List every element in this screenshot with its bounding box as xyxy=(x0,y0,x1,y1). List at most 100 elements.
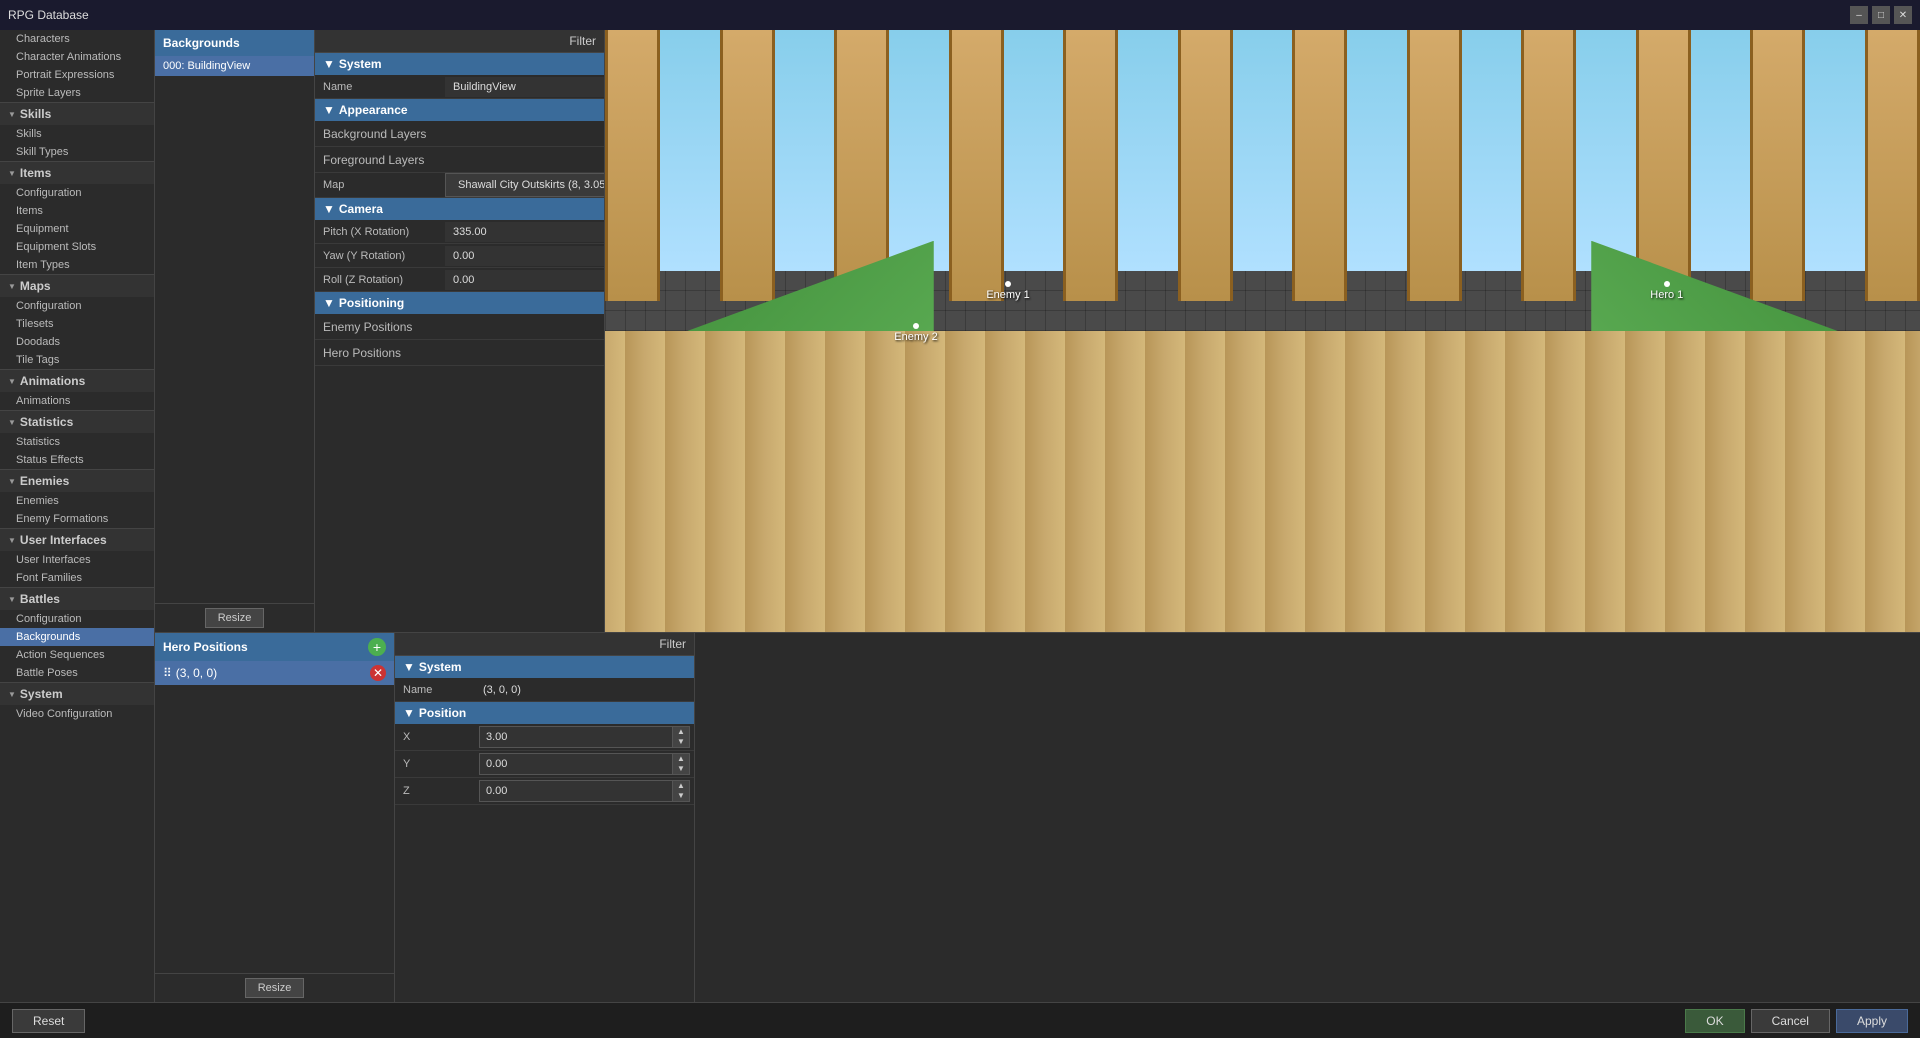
sidebar-item-enemies[interactable]: Enemies xyxy=(0,492,154,510)
chevron-icon: ▼ xyxy=(8,282,16,291)
map-select[interactable]: Shawall City Outskirts (8, 3.05, 17) xyxy=(445,173,605,197)
hero-positions-resize-button[interactable]: Resize xyxy=(245,978,305,998)
remove-hero-position-button[interactable]: ✕ xyxy=(370,665,386,681)
drag-icon: ⠿ xyxy=(163,666,172,680)
sidebar-item-equipment[interactable]: Equipment xyxy=(0,220,154,238)
pos-y-increment[interactable]: ▲ xyxy=(673,754,689,764)
sidebar-item-font-families[interactable]: Font Families xyxy=(0,569,154,587)
sidebar-item-items[interactable]: Items xyxy=(0,202,154,220)
sidebar-item-maps-config[interactable]: Configuration xyxy=(0,297,154,315)
hero-position-item-0[interactable]: ⠿ (3, 0, 0) ✕ xyxy=(155,661,394,685)
sidebar-item-battles-config[interactable]: Configuration xyxy=(0,610,154,628)
sidebar-item-skill-types[interactable]: Skill Types xyxy=(0,143,154,161)
sidebar-item-character-animations[interactable]: Character Animations xyxy=(0,48,154,66)
sidebar-item-video-config[interactable]: Video Configuration xyxy=(0,705,154,723)
sidebar-section-statistics[interactable]: ▼ Statistics xyxy=(0,410,154,433)
pos-x-increment[interactable]: ▲ xyxy=(673,727,689,737)
roll-prop-row: Roll (Z Rotation) xyxy=(315,268,604,292)
pos-position-header[interactable]: ▼ Position xyxy=(395,702,694,724)
pos-y-spinner: ▲ ▼ xyxy=(672,754,689,774)
minimize-button[interactable]: – xyxy=(1850,6,1868,24)
yaw-label: Yaw (Y Rotation) xyxy=(315,246,445,266)
sidebar-section-items[interactable]: ▼ Items xyxy=(0,161,154,184)
system-section-header[interactable]: ▼ System xyxy=(315,53,604,75)
positioning-section-header[interactable]: ▼ Positioning xyxy=(315,292,604,314)
sidebar-item-doodads[interactable]: Doodads xyxy=(0,333,154,351)
sidebar-section-battles[interactable]: ▼ Battles xyxy=(0,587,154,610)
sidebar-section-system-label: System xyxy=(20,687,63,701)
sidebar-section-enemies[interactable]: ▼ Enemies xyxy=(0,469,154,492)
sidebar-item-user-interfaces[interactable]: User Interfaces xyxy=(0,551,154,569)
preview-canvas: Enemy 1 Enemy 2 Hero 1 xyxy=(605,30,1920,632)
close-button[interactable]: ✕ xyxy=(1894,6,1912,24)
name-input[interactable] xyxy=(445,77,604,97)
titlebar-title: RPG Database xyxy=(8,8,89,22)
sidebar-section-system[interactable]: ▼ System xyxy=(0,682,154,705)
pos-z-increment[interactable]: ▲ xyxy=(673,781,689,791)
hero-positions-panel: Hero Positions + ⠿ (3, 0, 0) ✕ Resize xyxy=(155,633,395,1002)
sidebar-item-tilesets[interactable]: Tilesets xyxy=(0,315,154,333)
sidebar-item-status-effects[interactable]: Status Effects xyxy=(0,451,154,469)
yaw-prop-row: Yaw (Y Rotation) xyxy=(315,244,604,268)
pos-y-input-wrap: ▲ ▼ xyxy=(479,753,690,775)
resize-button[interactable]: Resize xyxy=(205,608,265,628)
pos-x-row: X ▲ ▼ xyxy=(395,724,694,751)
fg-layers-row[interactable]: Foreground Layers xyxy=(315,147,604,173)
pos-z-input[interactable] xyxy=(480,783,672,799)
yaw-input[interactable] xyxy=(445,246,604,266)
list-item-building-view[interactable]: 000: BuildingView xyxy=(155,56,314,76)
bg-layers-row[interactable]: Background Layers xyxy=(315,121,604,147)
camera-section-header[interactable]: ▼ Camera xyxy=(315,198,604,220)
sidebar-item-item-types[interactable]: Item Types xyxy=(0,256,154,274)
sidebar-section-maps[interactable]: ▼ Maps xyxy=(0,274,154,297)
pos-x-input[interactable] xyxy=(480,729,672,745)
sidebar-section-animations[interactable]: ▼ Animations xyxy=(0,369,154,392)
sidebar-item-enemy-formations[interactable]: Enemy Formations xyxy=(0,510,154,528)
sidebar-section-skills[interactable]: ▼ Skills xyxy=(0,102,154,125)
roll-input[interactable] xyxy=(445,270,604,290)
chevron-icon: ▼ xyxy=(8,690,16,699)
system-section-label: System xyxy=(339,57,382,71)
sidebar-item-skills[interactable]: Skills xyxy=(0,125,154,143)
pos-z-decrement[interactable]: ▼ xyxy=(673,791,689,801)
maximize-button[interactable]: □ xyxy=(1872,6,1890,24)
sidebar-item-tile-tags[interactable]: Tile Tags xyxy=(0,351,154,369)
pos-name-row: Name (3, 0, 0) xyxy=(395,678,694,702)
hero-positions-row[interactable]: Hero Positions xyxy=(315,340,604,366)
sidebar-item-animations[interactable]: Animations xyxy=(0,392,154,410)
sidebar-item-backgrounds[interactable]: Backgrounds xyxy=(0,628,154,646)
chevron-icon: ▼ xyxy=(8,418,16,427)
pitch-prop-row: Pitch (X Rotation) xyxy=(315,220,604,244)
enemy-2-label: Enemy 2 xyxy=(894,331,937,343)
sidebar-item-action-sequences[interactable]: Action Sequences xyxy=(0,646,154,664)
sidebar-item-statistics[interactable]: Statistics xyxy=(0,433,154,451)
add-hero-position-button[interactable]: + xyxy=(368,638,386,656)
hero-positions-footer: Resize xyxy=(155,973,394,1002)
sidebar-item-items-config[interactable]: Configuration xyxy=(0,184,154,202)
sidebar-item-sprite-layers[interactable]: Sprite Layers xyxy=(0,84,154,102)
sidebar-item-battle-poses[interactable]: Battle Poses xyxy=(0,664,154,682)
pos-y-decrement[interactable]: ▼ xyxy=(673,764,689,774)
roll-label: Roll (Z Rotation) xyxy=(315,270,445,290)
sidebar-item-characters[interactable]: Characters xyxy=(0,30,154,48)
sidebar-item-equipment-slots[interactable]: Equipment Slots xyxy=(0,238,154,256)
cancel-button[interactable]: Cancel xyxy=(1751,1009,1830,1033)
apply-button[interactable]: Apply xyxy=(1836,1009,1908,1033)
pos-z-row: Z ▲ ▼ xyxy=(395,778,694,805)
pos-filter-label: Filter xyxy=(659,637,686,651)
reset-button[interactable]: Reset xyxy=(12,1009,85,1033)
enemy-positions-row[interactable]: Enemy Positions xyxy=(315,314,604,340)
pitch-input[interactable] xyxy=(445,222,604,242)
pos-y-input[interactable] xyxy=(480,756,672,772)
pos-x-decrement[interactable]: ▼ xyxy=(673,737,689,747)
pos-y-label: Y xyxy=(395,754,475,774)
collapse-icon: ▼ xyxy=(323,296,335,310)
name-prop-row: Name xyxy=(315,75,604,99)
sidebar-section-ui[interactable]: ▼ User Interfaces xyxy=(0,528,154,551)
position-label: (3, 0, 0) xyxy=(176,666,217,680)
appearance-section-header[interactable]: ▼ Appearance xyxy=(315,99,604,121)
sidebar-item-portrait-expressions[interactable]: Portrait Expressions xyxy=(0,66,154,84)
preview-background: Enemy 1 Enemy 2 Hero 1 xyxy=(605,30,1920,632)
pos-system-header[interactable]: ▼ System xyxy=(395,656,694,678)
ok-button[interactable]: OK xyxy=(1685,1009,1744,1033)
